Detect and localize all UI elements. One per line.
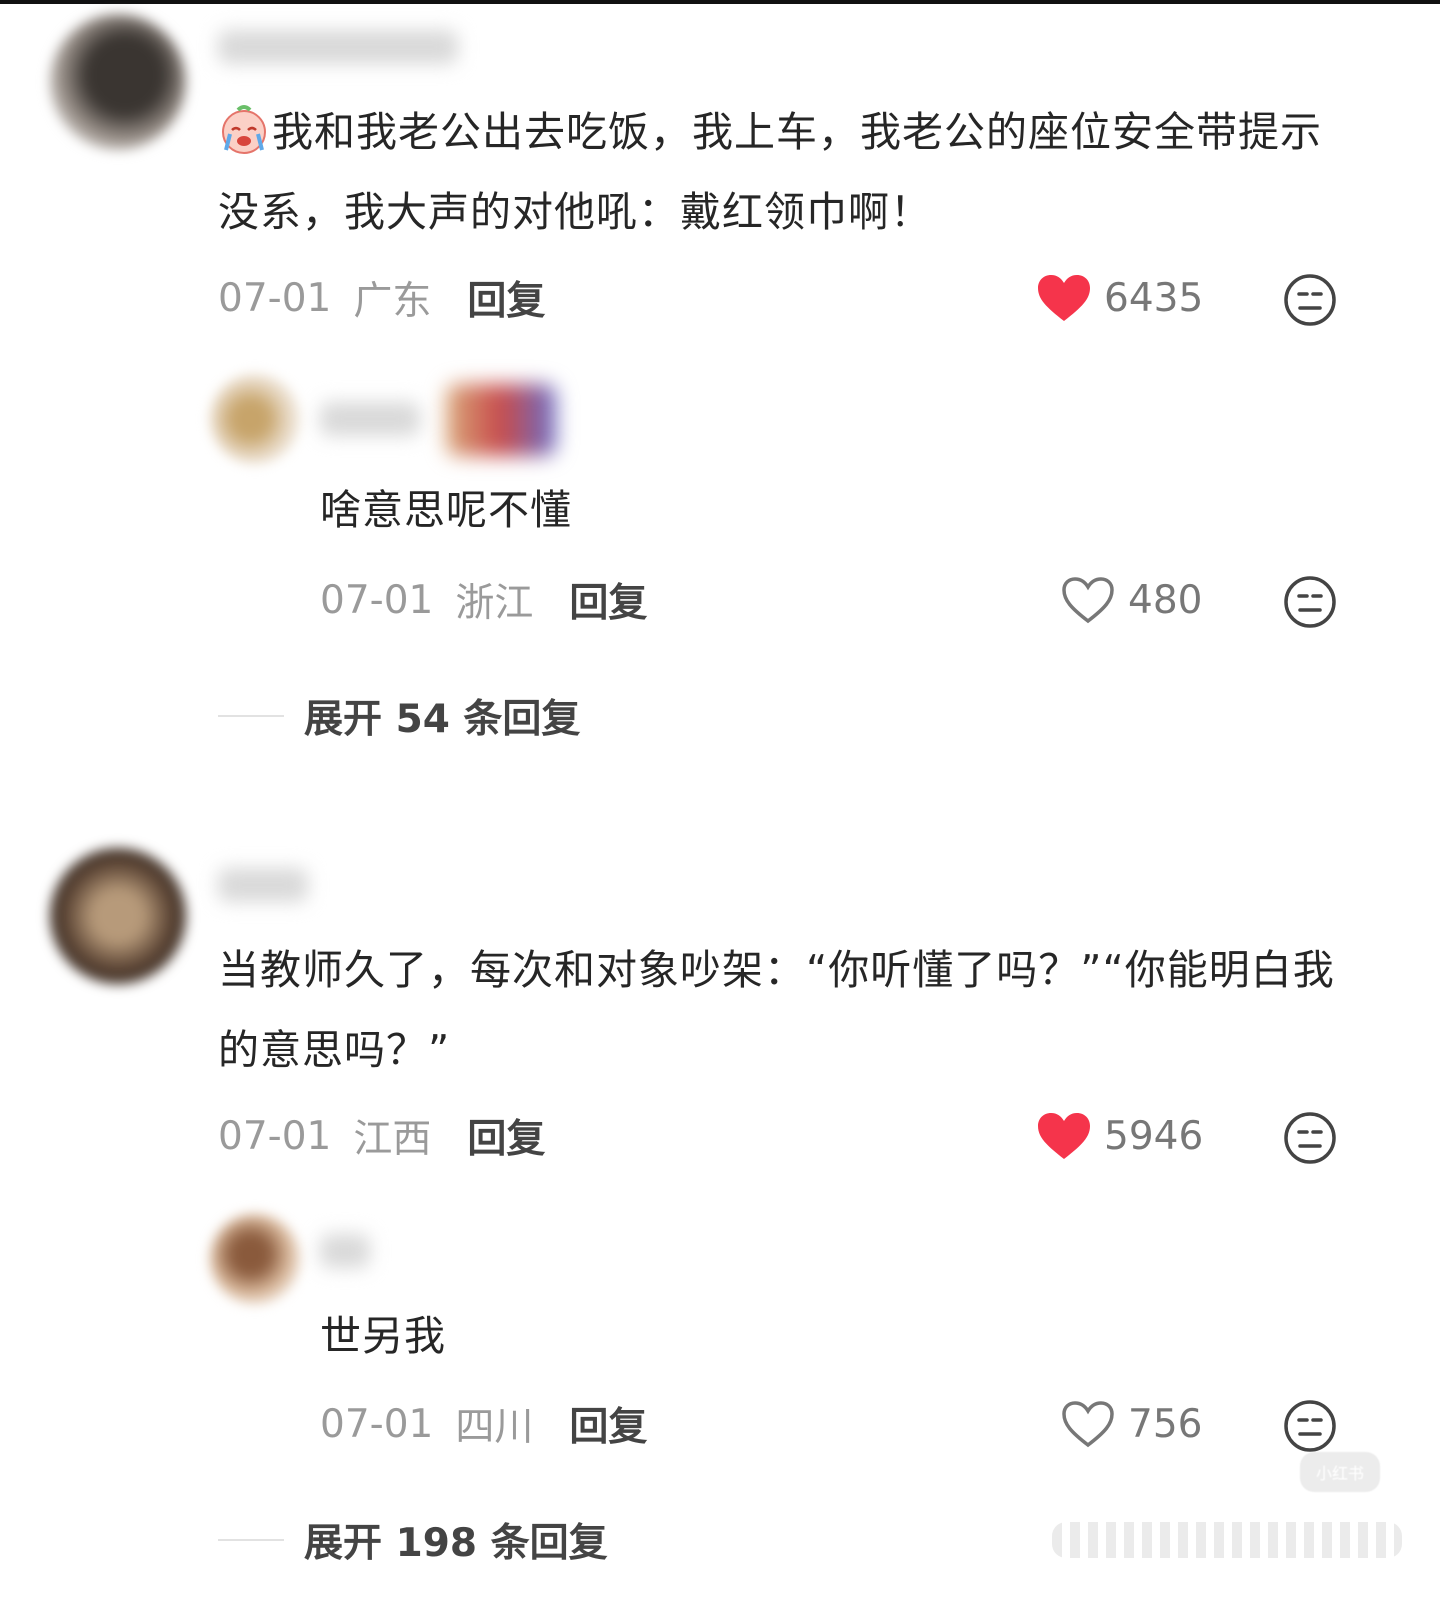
comment-text: 我和我老公出去吃饭，我上车，我老公的座位安全带提示没系，我大声的对他吼：戴红领巾… — [218, 92, 1338, 252]
reply-avatar[interactable] — [210, 1214, 300, 1304]
comment-meta: 07-01 江西 回复 — [218, 1106, 545, 1166]
reply-location: 四川 — [455, 1405, 534, 1450]
reply-button[interactable]: 回复 — [569, 572, 647, 628]
reply-location: 浙江 — [455, 581, 534, 626]
heart-outline-icon — [1062, 1401, 1114, 1448]
like-button[interactable]: 6435 — [1036, 268, 1203, 328]
heart-filled-icon — [1038, 275, 1090, 321]
reply-badge-blurred — [446, 384, 556, 456]
crying-emoji-icon — [222, 105, 266, 154]
expand-replies-button[interactable]: 展开 54 条回复 — [218, 686, 580, 746]
divider-line — [218, 1539, 284, 1541]
heart-outline-icon — [1062, 577, 1114, 624]
username-blurred[interactable] — [218, 30, 458, 64]
comment-location: 江西 — [353, 1117, 432, 1162]
reply-username-blurred[interactable] — [320, 1234, 370, 1268]
reply-meta: 07-01 四川 回复 — [320, 1394, 647, 1454]
comment-location: 广东 — [353, 279, 432, 324]
heart-filled-icon — [1038, 1113, 1090, 1159]
reply-username-blurred[interactable] — [320, 402, 420, 436]
reply-button[interactable]: 回复 — [467, 1108, 545, 1164]
username-blurred[interactable] — [218, 868, 308, 902]
expand-replies-button[interactable]: 展开 198 条回复 — [218, 1510, 608, 1570]
reply-like-count: 756 — [1128, 1401, 1203, 1447]
reply-like-count: 480 — [1128, 577, 1203, 623]
reply-meta: 07-01 浙江 回复 — [320, 570, 647, 630]
bottom-overlay-bar — [1052, 1522, 1402, 1558]
expand-replies-label: 展开 54 条回复 — [304, 697, 581, 742]
comment-date: 07-01 — [218, 1113, 332, 1159]
reply-button[interactable]: 回复 — [569, 1396, 647, 1452]
reply-date: 07-01 — [320, 1401, 434, 1447]
emoji-reaction-icon[interactable] — [1282, 272, 1338, 328]
like-count: 5946 — [1104, 1113, 1204, 1159]
like-button[interactable]: 5946 — [1036, 1106, 1203, 1166]
comment-date: 07-01 — [218, 275, 332, 321]
reply-text: 啥意思呢不懂 — [320, 486, 572, 534]
expand-replies-label: 展开 198 条回复 — [304, 1521, 608, 1566]
watermark: 小红书 — [1300, 1452, 1380, 1492]
comment-meta: 07-01 广东 回复 — [218, 268, 545, 328]
reply-date: 07-01 — [320, 577, 434, 623]
reply-avatar[interactable] — [210, 374, 300, 464]
reply-like-button[interactable]: 756 — [1060, 1394, 1202, 1454]
comment-text: 当教师久了，每次和对象吵架：“你听懂了吗？”“你能明白我的意思吗？” — [218, 946, 1335, 1074]
reply-button[interactable]: 回复 — [467, 270, 545, 326]
reply-text: 世另我 — [320, 1312, 446, 1360]
avatar[interactable] — [50, 848, 186, 984]
emoji-reaction-icon[interactable] — [1282, 574, 1338, 630]
divider-line — [218, 715, 284, 717]
like-count: 6435 — [1104, 275, 1204, 321]
avatar[interactable] — [50, 14, 186, 150]
top-border — [0, 0, 1440, 4]
reply-like-button[interactable]: 480 — [1060, 570, 1202, 630]
emoji-reaction-icon[interactable] — [1282, 1398, 1338, 1454]
emoji-reaction-icon[interactable] — [1282, 1110, 1338, 1166]
